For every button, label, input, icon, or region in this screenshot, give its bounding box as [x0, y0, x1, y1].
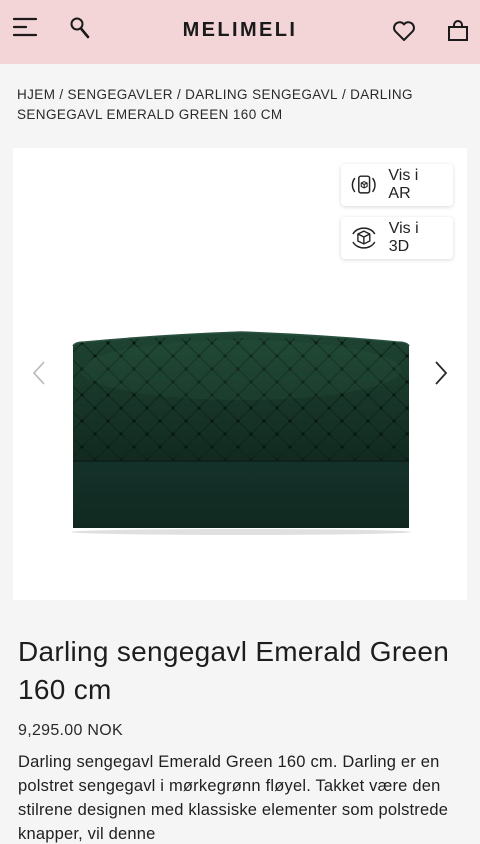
previous-image-button[interactable] — [27, 356, 51, 390]
view-in-ar-label: Vis i AR — [388, 167, 419, 202]
breadcrumb-separator: / — [176, 87, 182, 102]
ar-icon — [351, 175, 376, 194]
chevron-left-icon — [32, 361, 45, 385]
breadcrumb-home[interactable]: HJEM — [17, 87, 55, 102]
product-title: Darling sengegavl Emerald Green 160 cm — [18, 636, 450, 705]
breadcrumb-separator: / — [341, 87, 347, 102]
shopping-bag-icon — [448, 20, 468, 41]
breadcrumb-darling[interactable]: DARLING SENGEGAVL — [185, 87, 338, 102]
top-header: MELIMELI — [0, 0, 480, 64]
product-image-headboard — [71, 331, 411, 535]
3d-cube-icon — [352, 227, 376, 249]
product-description: Darling sengegavl Emerald Green 160 cm. … — [18, 753, 449, 843]
view-in-3d-button[interactable]: Vis i 3D — [341, 217, 453, 259]
heart-icon — [393, 21, 415, 41]
next-image-button[interactable] — [429, 356, 453, 390]
wishlist-button[interactable] — [389, 16, 419, 46]
chevron-right-icon — [435, 361, 448, 385]
view-in-3d-label: Vis i 3D — [388, 220, 419, 255]
breadcrumb-separator: / — [59, 87, 64, 102]
cart-button[interactable] — [443, 16, 473, 46]
product-gallery[interactable]: Vis i AR Vis i 3D — [13, 148, 467, 600]
breadcrumb: HJEM / SENGEGAVLER / DARLING SENGEGAVL / DARLI… — [17, 85, 457, 125]
product-price: 9,295.00 NOK — [18, 722, 123, 739]
breadcrumb-headboards[interactable]: SENGEGAVLER — [68, 87, 173, 102]
view-in-ar-button[interactable]: Vis i AR — [341, 164, 453, 206]
